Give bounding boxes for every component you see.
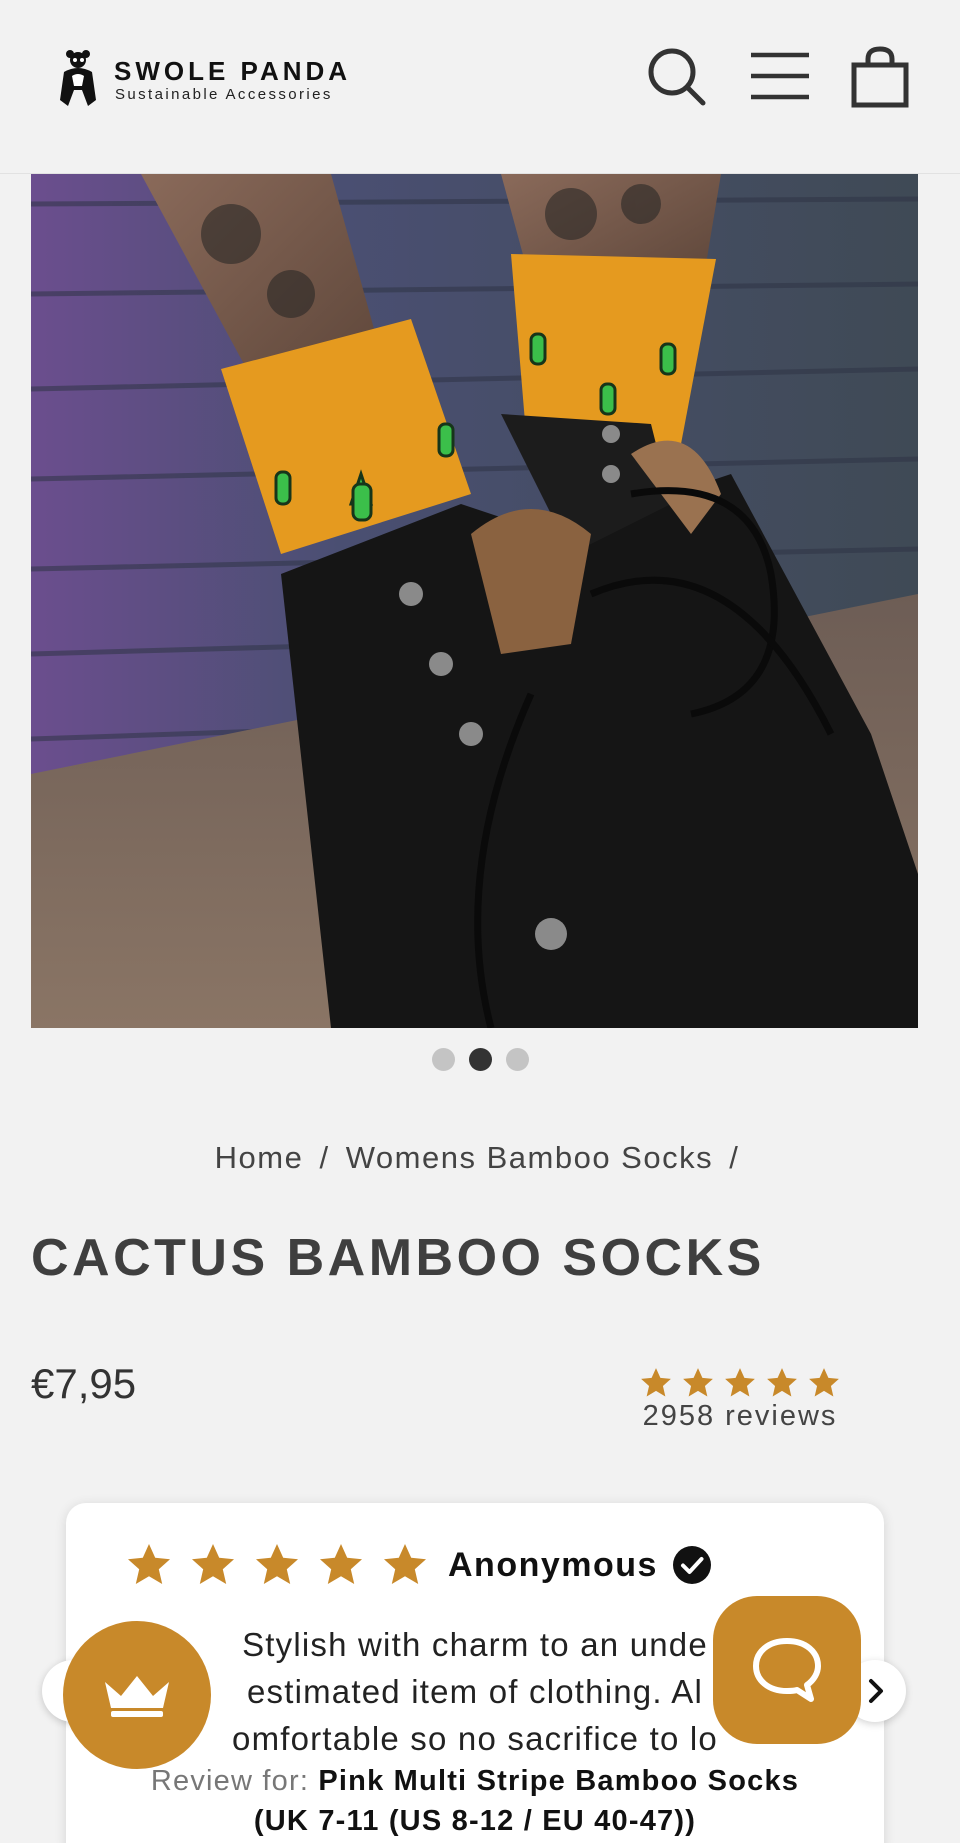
star-icon [320, 1544, 362, 1584]
chat-bubble-icon [753, 1638, 821, 1702]
gallery-dot-2[interactable] [468, 1048, 492, 1071]
brand-name: SWOLE PANDA [114, 56, 352, 86]
chevron-right-icon [869, 1679, 883, 1703]
product-image[interactable] [31, 174, 918, 1028]
review-product: Review for: Pink Multi Stripe Bamboo Soc… [66, 1761, 884, 1841]
breadcrumb-home[interactable]: Home [215, 1140, 304, 1175]
review-stars [124, 1541, 430, 1589]
star-icon [809, 1368, 839, 1397]
star-icon [725, 1368, 755, 1397]
reviewer-name: Anonymous [448, 1545, 658, 1584]
breadcrumb-category[interactable]: Womens Bamboo Socks [346, 1140, 713, 1175]
verified-check-icon [672, 1546, 711, 1584]
product-photo [31, 174, 918, 1028]
brand-tagline: Sustainable Accessories [115, 86, 333, 103]
review-product-size: (UK 7-11 (US 8-12 / EU 40-47)) [253, 1805, 697, 1837]
gallery-pagination [0, 1048, 960, 1072]
breadcrumb-separator: / [319, 1140, 330, 1175]
gallery-dot-3[interactable] [505, 1048, 529, 1071]
product-title: CACTUS BAMBOO SOCKS [31, 1229, 765, 1287]
menu-button[interactable] [748, 45, 812, 109]
star-icon [192, 1544, 234, 1584]
search-button[interactable] [645, 45, 709, 109]
gallery-dot-1[interactable] [431, 1048, 455, 1071]
review-for-label: Review for: [150, 1765, 310, 1797]
breadcrumb: Home / Womens Bamboo Socks / [0, 1140, 960, 1176]
star-icon [683, 1368, 713, 1397]
review-product-link[interactable]: Pink Multi Stripe Bamboo Socks [318, 1765, 799, 1797]
chat-button[interactable] [713, 1596, 861, 1744]
search-icon [648, 48, 706, 106]
star-icon [384, 1544, 426, 1584]
panda-logo-icon [60, 50, 96, 106]
crown-icon [105, 1676, 169, 1717]
rating-stars [630, 1366, 850, 1400]
product-rating[interactable]: 2958 reviews [630, 1366, 850, 1433]
star-icon [128, 1544, 170, 1584]
brand-logo[interactable]: SWOLE PANDA Sustainable Accessories [52, 48, 362, 108]
cart-button[interactable] [848, 45, 912, 109]
rewards-button[interactable] [63, 1621, 211, 1769]
cart-icon [851, 46, 909, 108]
review-header: Anonymous [124, 1541, 712, 1589]
site-header: SWOLE PANDA Sustainable Accessories [0, 0, 960, 174]
star-icon [256, 1544, 298, 1584]
menu-icon [751, 52, 809, 100]
breadcrumb-separator: / [729, 1140, 740, 1175]
star-icon [767, 1368, 797, 1397]
product-price: €7,95 [31, 1360, 137, 1407]
review-count: 2958 reviews [642, 1400, 838, 1432]
star-icon [641, 1368, 671, 1397]
